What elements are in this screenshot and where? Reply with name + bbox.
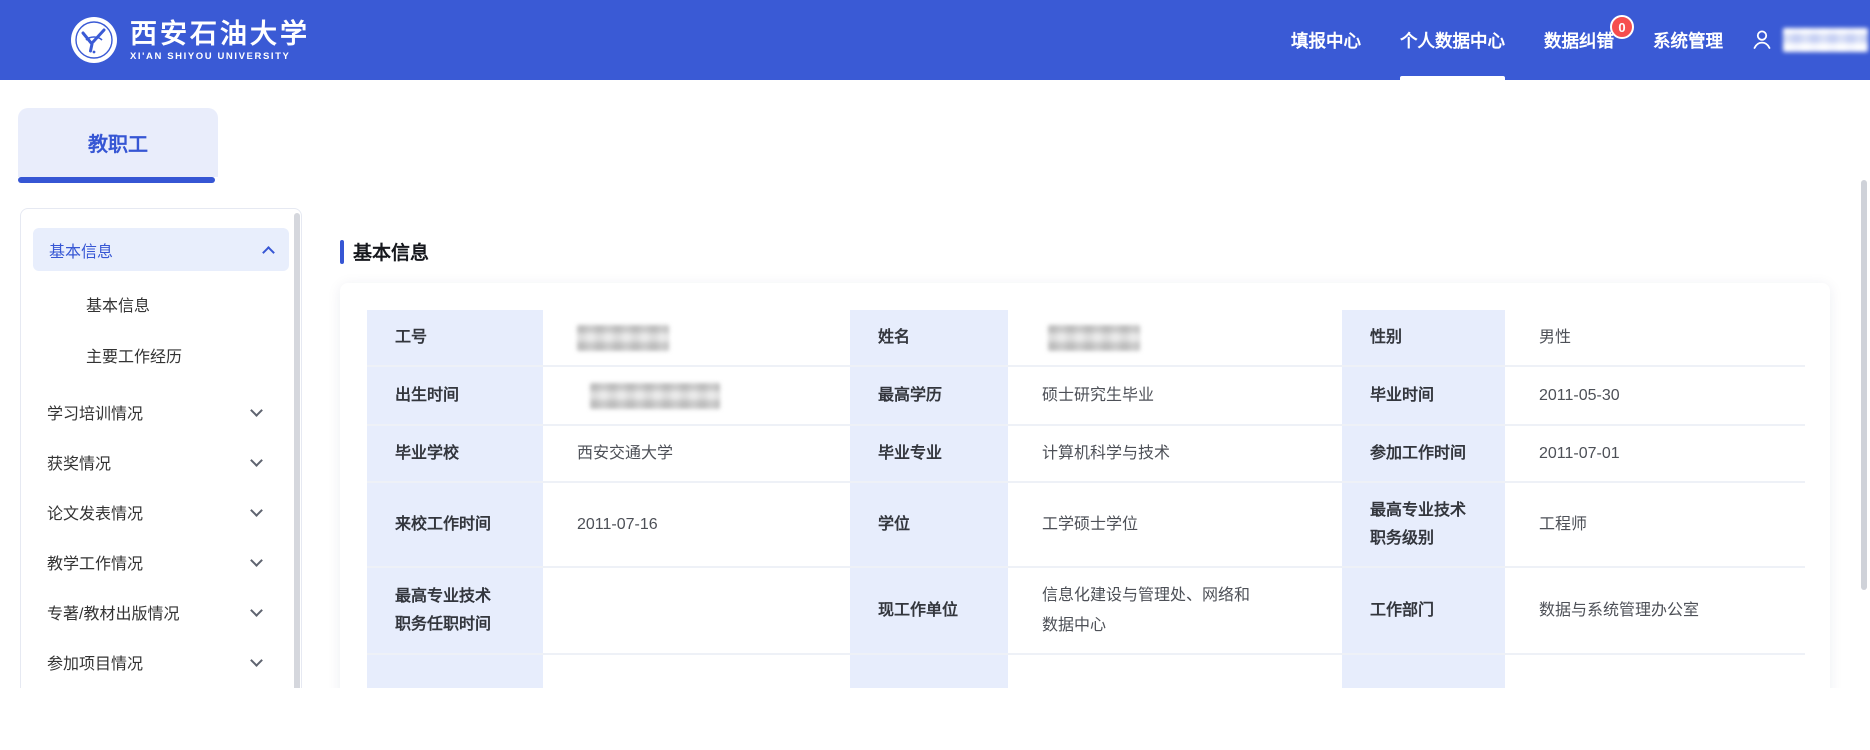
field-label-school-start-date: 来校工作时间 (367, 483, 543, 566)
sidebar-group-monograph-textbook[interactable]: 专著/教材出版情况 (21, 589, 301, 635)
field-value-highest-professional-title-level: 工程师 (1505, 483, 1805, 566)
field-value-birth-date (543, 367, 850, 424)
field-value-empty (543, 655, 850, 688)
sidebar-group-study-training-label: 学习培训情况 (47, 400, 143, 424)
sidebar-menu: 基本信息 基本信息 主要工作经历 学习培训情况 获奖情况 论文发表情况 教学工作… (20, 208, 302, 688)
sidebar-group-basic-info[interactable]: 基本信息 (33, 228, 289, 271)
university-brand: 西安石油大学 XI'AN SHIYOU UNIVERSITY (70, 16, 310, 64)
sidebar-group-monograph-textbook-label: 专著/教材出版情况 (47, 600, 179, 624)
table-row: 来校工作时间 2011-07-16 学位 工学硕士学位 最高专业技术 职务级别 … (367, 483, 1805, 568)
field-label-gender: 性别 (1342, 310, 1505, 365)
sidebar-group-basic-info-label: 基本信息 (49, 238, 113, 262)
field-value-highest-education: 硕士研究生毕业 (1008, 367, 1342, 424)
sidebar-group-project-participation[interactable]: 参加项目情况 (21, 639, 301, 685)
field-value-current-post-level (1505, 655, 1805, 688)
nav-item-reporting-center[interactable]: 填报中心 (1291, 0, 1361, 80)
field-label-graduation-major: 毕业专业 (850, 426, 1008, 481)
chevron-down-icon (250, 604, 263, 617)
tab-active-underline (18, 177, 215, 183)
nav-item-data-correction[interactable]: 数据纠错 0 (1544, 0, 1614, 80)
field-label-current-post-category: 现聘岗位类别 (850, 655, 1008, 688)
field-label-work-department: 工作部门 (1342, 568, 1505, 653)
user-menu[interactable] (1750, 0, 1868, 80)
field-label-title-appointment-date: 最高专业技术 职务任职时间 (367, 568, 543, 653)
field-value-work-department: 数据与系统管理办公室 (1505, 568, 1805, 653)
field-value-title-appointment-date (543, 568, 850, 653)
chevron-up-icon (262, 246, 275, 259)
field-value-graduation-date: 2011-05-30 (1505, 367, 1805, 424)
field-label-highest-education: 最高学历 (850, 367, 1008, 424)
basic-info-card: 工号 姓名 性别 男性 出生时间 最高学历 硕士研究生毕业 毕业时间 2011-… (340, 283, 1830, 688)
top-nav: 填报中心 个人数据中心 数据纠错 0 系统管理 (1252, 0, 1868, 80)
sidebar-group-teaching-work-label: 教学工作情况 (47, 550, 143, 574)
username-redacted (1783, 28, 1868, 52)
sidebar-group-study-training[interactable]: 学习培训情况 (21, 389, 301, 435)
field-label-work-start-date: 参加工作时间 (1342, 426, 1505, 481)
field-value-work-start-date: 2011-07-01 (1505, 426, 1805, 481)
field-label-graduation-school: 毕业学校 (367, 426, 543, 481)
field-value-name (1008, 310, 1342, 365)
field-value-school-start-date: 2011-07-16 (543, 483, 850, 566)
sidebar-group-project-participation-label: 参加项目情况 (47, 650, 143, 674)
field-label-degree: 学位 (850, 483, 1008, 566)
field-label-current-work-unit: 现工作单位 (850, 568, 1008, 653)
title-accent-bar (340, 240, 344, 264)
redacted-value (590, 383, 720, 409)
table-row: 出生时间 最高学历 硕士研究生毕业 毕业时间 2011-05-30 (367, 367, 1805, 426)
table-row: 最高专业技术 职务任职时间 现工作单位 信息化建设与管理处、网络和 数据中心 工… (367, 568, 1805, 655)
page-scrollbar[interactable] (1861, 180, 1867, 590)
tab-faculty-staff[interactable]: 教职工 (18, 108, 218, 177)
sidebar-scrollbar[interactable] (294, 213, 300, 688)
nav-item-personal-data-center[interactable]: 个人数据中心 (1400, 0, 1505, 80)
field-label-empty (367, 655, 543, 688)
field-value-degree: 工学硕士学位 (1008, 483, 1342, 566)
table-row: 毕业学校 西安交通大学 毕业专业 计算机科学与技术 参加工作时间 2011-07… (367, 426, 1805, 483)
sidebar-group-awards-label: 获奖情况 (47, 450, 111, 474)
chevron-down-icon (250, 554, 263, 567)
field-value-current-work-unit: 信息化建设与管理处、网络和 数据中心 (1008, 568, 1342, 653)
user-icon (1750, 28, 1774, 52)
field-label-employee-id: 工号 (367, 310, 543, 365)
chevron-down-icon (250, 504, 263, 517)
chevron-down-icon (250, 404, 263, 417)
table-row: 现聘岗位类别 现聘岗位级别 (367, 655, 1805, 688)
content-viewport: 教职工 基本信息 基本信息 主要工作经历 学习培训情况 获奖情况 论文发表情况 … (0, 80, 1870, 688)
field-label-graduation-date: 毕业时间 (1342, 367, 1505, 424)
field-label-current-post-level: 现聘岗位级别 (1342, 655, 1505, 688)
field-value-employee-id (543, 310, 850, 365)
university-name-cn: 西安石油大学 (130, 19, 310, 49)
redacted-value (1048, 325, 1140, 351)
top-header: 西安石油大学 XI'AN SHIYOU UNIVERSITY 填报中心 个人数据… (0, 0, 1870, 80)
sidebar-group-awards[interactable]: 获奖情况 (21, 439, 301, 485)
section-title-text: 基本信息 (353, 238, 429, 265)
sidebar-item-main-work-experience[interactable]: 主要工作经历 (21, 331, 301, 379)
university-logo-icon (70, 16, 118, 64)
nav-item-data-correction-label: 数据纠错 (1544, 28, 1614, 53)
sidebar-group-paper-publication[interactable]: 论文发表情况 (21, 489, 301, 535)
notification-badge: 0 (1610, 15, 1634, 39)
field-label-birth-date: 出生时间 (367, 367, 543, 424)
basic-info-table: 工号 姓名 性别 男性 出生时间 最高学历 硕士研究生毕业 毕业时间 2011-… (367, 310, 1805, 688)
field-value-current-post-category (1008, 655, 1342, 688)
table-row: 工号 姓名 性别 男性 (367, 310, 1805, 367)
nav-item-system-management[interactable]: 系统管理 (1653, 0, 1723, 80)
sidebar-item-basic-info[interactable]: 基本信息 (21, 283, 301, 325)
sidebar-group-paper-publication-label: 论文发表情况 (47, 500, 143, 524)
university-name-en: XI'AN SHIYOU UNIVERSITY (130, 51, 310, 62)
chevron-down-icon (250, 654, 263, 667)
field-value-graduation-school: 西安交通大学 (543, 426, 850, 481)
field-label-highest-professional-title-level: 最高专业技术 职务级别 (1342, 483, 1505, 566)
section-title: 基本信息 (340, 238, 429, 265)
field-value-gender: 男性 (1505, 310, 1805, 365)
chevron-down-icon (250, 454, 263, 467)
field-value-graduation-major: 计算机科学与技术 (1008, 426, 1342, 481)
redacted-value (577, 325, 669, 351)
field-label-name: 姓名 (850, 310, 1008, 365)
sidebar-group-teaching-work[interactable]: 教学工作情况 (21, 539, 301, 585)
